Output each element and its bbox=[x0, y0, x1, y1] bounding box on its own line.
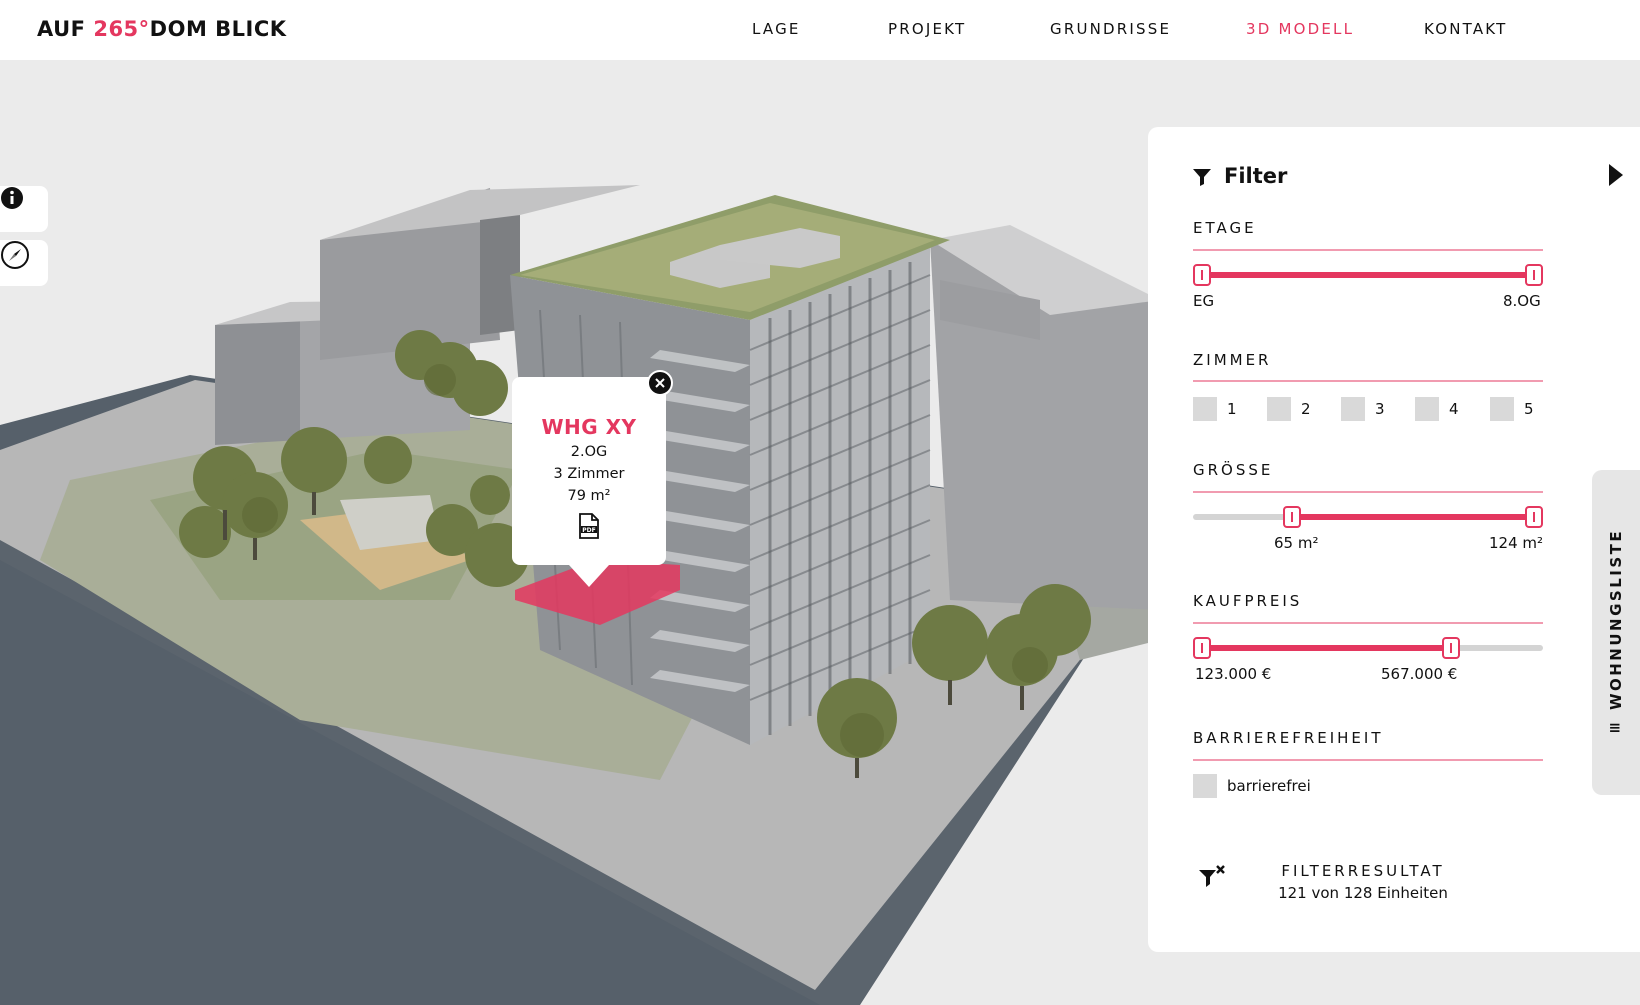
checkbox[interactable] bbox=[1193, 397, 1217, 421]
popup-area: 79 m² bbox=[567, 488, 611, 504]
info-icon bbox=[1, 187, 23, 209]
kaufpreis-max-label: 567.000 € bbox=[1381, 665, 1458, 683]
etage-range-slider[interactable] bbox=[1193, 260, 1543, 290]
groesse-fill bbox=[1291, 514, 1534, 520]
result-count: 121 von 128 Einheiten bbox=[1278, 884, 1448, 902]
checkbox-label: 1 bbox=[1227, 400, 1237, 418]
checkbox-label: barrierefrei bbox=[1227, 777, 1311, 795]
groesse-range-slider[interactable] bbox=[1193, 502, 1543, 532]
zimmer-option-2[interactable]: 2 bbox=[1267, 397, 1311, 421]
checkbox-label: 5 bbox=[1524, 400, 1534, 418]
logo-accent: 265° bbox=[93, 17, 150, 41]
side-tab-label: ≡ WOHNUNGSLISTE bbox=[1607, 528, 1625, 737]
nav-grundrisse[interactable]: GRUNDRISSE bbox=[1050, 20, 1171, 38]
nav-lage[interactable]: LAGE bbox=[752, 20, 801, 38]
checkbox[interactable] bbox=[1415, 397, 1439, 421]
kaufpreis-min-label: 123.000 € bbox=[1195, 665, 1272, 683]
groesse-max-label: 124 m² bbox=[1489, 534, 1544, 552]
pdf-download-button[interactable]: PDF bbox=[578, 513, 600, 543]
zimmer-option-5[interactable]: 5 bbox=[1490, 397, 1534, 421]
nav-3d-modell[interactable]: 3D MODELL bbox=[1246, 20, 1354, 38]
kaufpreis-divider bbox=[1193, 622, 1543, 624]
filter-reset-icon bbox=[1199, 865, 1225, 887]
barrierefreiheit-label: BARRIEREFREIHEIT bbox=[1193, 729, 1384, 747]
logo[interactable]: AUF 265°DOM BLICK bbox=[37, 17, 287, 41]
zimmer-option-3[interactable]: 3 bbox=[1341, 397, 1385, 421]
checkbox-label: 2 bbox=[1301, 400, 1311, 418]
nav-kontakt[interactable]: KONTAKT bbox=[1424, 20, 1508, 38]
pdf-icon: PDF bbox=[579, 513, 599, 539]
compass-button[interactable] bbox=[0, 240, 48, 286]
side-tab-text: WOHNUNGSLISTE bbox=[1607, 528, 1625, 711]
groesse-max-handle[interactable] bbox=[1525, 506, 1543, 528]
kaufpreis-min-handle[interactable] bbox=[1193, 637, 1211, 659]
checkbox-label: 4 bbox=[1449, 400, 1459, 418]
checkbox[interactable] bbox=[1267, 397, 1291, 421]
checkbox[interactable] bbox=[1193, 774, 1217, 798]
apartment-popup: WHG XY 2.OG 3 Zimmer 79 m² PDF bbox=[512, 370, 673, 587]
groesse-min-label: 65 m² bbox=[1274, 534, 1319, 552]
zimmer-label: ZIMMER bbox=[1193, 351, 1272, 369]
popup-close-button[interactable] bbox=[647, 370, 673, 396]
compass-icon bbox=[1, 241, 29, 269]
logo-suffix: DOM BLICK bbox=[149, 17, 287, 41]
groesse-min-handle[interactable] bbox=[1282, 506, 1301, 528]
filter-icon bbox=[1193, 169, 1211, 186]
barrierefrei-option[interactable]: barrierefrei bbox=[1193, 774, 1311, 798]
groesse-label: GRÖSSE bbox=[1193, 461, 1274, 479]
popup-rooms: 3 Zimmer bbox=[553, 466, 625, 482]
close-icon bbox=[655, 378, 665, 388]
result-title: FILTERRESULTAT bbox=[1281, 862, 1445, 880]
etage-divider bbox=[1193, 249, 1543, 251]
checkbox[interactable] bbox=[1490, 397, 1514, 421]
etage-min-handle[interactable] bbox=[1193, 264, 1211, 286]
popup-title: WHG XY bbox=[541, 415, 637, 439]
filter-panel: Filter ETAGE EG 8.OG ZIMMER 1 2 3 4 5 GR… bbox=[1148, 127, 1640, 952]
info-button[interactable] bbox=[0, 186, 48, 232]
zimmer-option-4[interactable]: 4 bbox=[1415, 397, 1459, 421]
list-icon: ≡ bbox=[1608, 718, 1624, 737]
etage-max-label: 8.OG bbox=[1503, 292, 1541, 310]
svg-text:PDF: PDF bbox=[582, 527, 595, 534]
checkbox-label: 3 bbox=[1375, 400, 1385, 418]
apartment-list-tab[interactable]: ≡ WOHNUNGSLISTE bbox=[1592, 470, 1640, 795]
checkbox[interactable] bbox=[1341, 397, 1365, 421]
barrierefreiheit-divider bbox=[1193, 759, 1543, 761]
etage-label: ETAGE bbox=[1193, 219, 1257, 237]
zimmer-divider bbox=[1193, 380, 1543, 382]
play-triangle-icon bbox=[1609, 164, 1623, 186]
reset-filter-button[interactable] bbox=[1198, 865, 1226, 895]
etage-min-label: EG bbox=[1193, 292, 1215, 310]
etage-fill bbox=[1202, 272, 1534, 278]
kaufpreis-fill bbox=[1202, 645, 1451, 651]
logo-prefix: AUF bbox=[37, 17, 94, 41]
kaufpreis-max-handle[interactable] bbox=[1442, 637, 1460, 659]
etage-max-handle[interactable] bbox=[1525, 264, 1543, 286]
collapse-panel-button[interactable] bbox=[1608, 163, 1624, 191]
kaufpreis-range-slider[interactable] bbox=[1193, 633, 1543, 663]
top-header: AUF 265°DOM BLICK LAGE PROJEKT GRUNDRISS… bbox=[0, 0, 1640, 60]
groesse-divider bbox=[1193, 491, 1543, 493]
kaufpreis-label: KAUFPREIS bbox=[1193, 592, 1303, 610]
zimmer-option-1[interactable]: 1 bbox=[1193, 397, 1237, 421]
filter-title: Filter bbox=[1224, 164, 1288, 188]
nav-projekt[interactable]: PROJEKT bbox=[888, 20, 966, 38]
popup-floor: 2.OG bbox=[570, 444, 608, 460]
